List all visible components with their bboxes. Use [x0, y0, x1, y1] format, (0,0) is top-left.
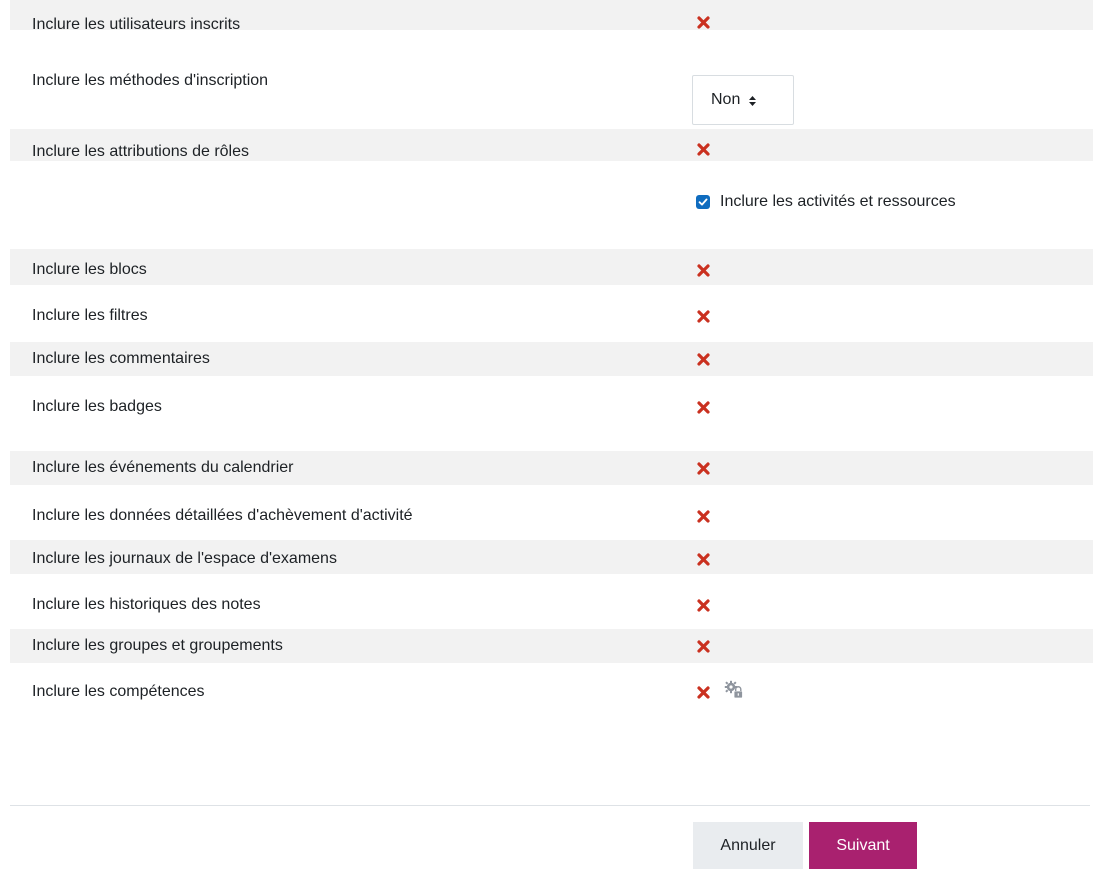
setting-value: Inclure les activités et ressources — [672, 193, 1093, 211]
setting-label: Inclure les groupes et groupements — [32, 637, 283, 654]
cross-icon — [697, 462, 710, 475]
setting-row-comments: Inclure les commentaires — [10, 342, 1093, 376]
activities-checkbox[interactable] — [696, 195, 710, 209]
setting-row-grade-history: Inclure les historiques des notes — [10, 574, 1093, 629]
setting-label: Inclure les méthodes d'inscription — [32, 72, 269, 89]
setting-row-groups: Inclure les groupes et groupements — [10, 629, 1093, 663]
cross-icon — [697, 353, 710, 366]
setting-label: Inclure les filtres — [32, 307, 148, 324]
setting-label: Inclure les blocs — [32, 261, 147, 278]
backup-settings-form: Inclure les utilisateurs inscrits Inclur… — [10, 0, 1093, 718]
setting-value: Non — [672, 40, 1093, 125]
cross-icon — [697, 16, 710, 29]
cross-icon — [697, 553, 710, 566]
enrolment-methods-select[interactable]: Non — [692, 75, 794, 125]
setting-label: Inclure les badges — [32, 398, 162, 415]
setting-row-competencies: Inclure les compétences — [10, 663, 1093, 718]
setting-row-enrolled-users: Inclure les utilisateurs inscrits — [10, 0, 1093, 33]
setting-row-blocks: Inclure les blocs — [10, 249, 1093, 285]
setting-value — [672, 459, 1093, 475]
setting-label: Inclure les compétences — [32, 683, 205, 700]
setting-row-activities: Inclure les activités et ressources — [10, 161, 1093, 249]
activities-checkbox-wrap: Inclure les activités et ressources — [696, 193, 956, 211]
setting-label: Inclure les commentaires — [32, 350, 210, 367]
setting-label: Inclure les journaux de l'espace d'exame… — [32, 550, 337, 567]
cross-icon — [697, 264, 710, 277]
next-button[interactable]: Suivant — [809, 822, 917, 869]
cross-icon — [697, 401, 710, 414]
cross-icon — [697, 686, 710, 699]
setting-row-completion-data: Inclure les données détaillées d'achèvem… — [10, 485, 1093, 540]
cancel-button[interactable]: Annuler — [693, 822, 803, 869]
form-divider — [10, 805, 1090, 806]
setting-label: Inclure les attributions de rôles — [32, 143, 249, 160]
setting-row-filters: Inclure les filtres — [10, 285, 1093, 342]
setting-value — [672, 596, 1093, 612]
setting-row-exam-logs: Inclure les journaux de l'espace d'exame… — [10, 540, 1093, 574]
setting-value — [672, 143, 1093, 156]
select-value: Non — [711, 91, 741, 108]
locked-setting-icon — [724, 680, 744, 700]
setting-value — [672, 16, 1093, 29]
setting-value — [672, 637, 1093, 653]
setting-value — [672, 261, 1093, 277]
cross-icon — [697, 510, 710, 523]
checkmark-icon — [698, 198, 708, 206]
cross-icon — [697, 640, 710, 653]
setting-value — [672, 398, 1093, 414]
setting-label: Inclure les historiques des notes — [32, 596, 261, 613]
setting-row-role-assignments: Inclure les attributions de rôles — [10, 129, 1093, 161]
setting-label: Inclure les données détaillées d'achèvem… — [32, 507, 413, 524]
setting-value — [672, 307, 1093, 323]
cross-icon — [697, 599, 710, 612]
setting-value — [672, 507, 1093, 523]
sort-arrows-icon — [748, 94, 757, 106]
setting-value — [672, 350, 1093, 366]
setting-label: Inclure les utilisateurs inscrits — [32, 16, 241, 33]
setting-row-enrolment-methods: Inclure les méthodes d'inscription Non — [10, 30, 1093, 129]
setting-value — [672, 550, 1093, 566]
setting-row-calendar-events: Inclure les événements du calendrier — [10, 451, 1093, 485]
setting-row-badges: Inclure les badges — [10, 376, 1093, 451]
setting-value — [672, 680, 1093, 703]
cross-icon — [697, 310, 710, 323]
cross-icon — [697, 143, 710, 156]
activities-checkbox-label[interactable]: Inclure les activités et ressources — [720, 193, 956, 211]
setting-label: Inclure les événements du calendrier — [32, 459, 294, 476]
